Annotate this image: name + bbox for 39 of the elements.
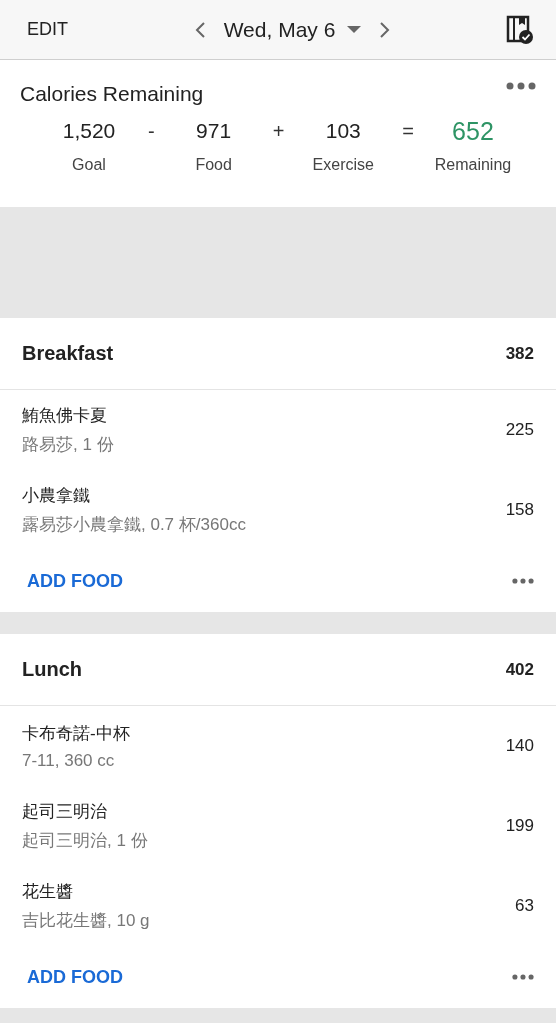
calorie-value: 103: [325, 118, 361, 144]
operator-sign: =: [402, 119, 414, 144]
calorie-value: 971: [196, 118, 232, 144]
add-food-button[interactable]: ADD FOOD: [27, 966, 123, 988]
date-selector[interactable]: Wed, May 6: [223, 17, 362, 42]
food-detail: 7-11, 360 cc: [22, 750, 116, 771]
meal-total: 402: [505, 659, 534, 680]
operator-sign: -: [148, 119, 155, 144]
food-name: 起司三明治: [22, 801, 108, 823]
food-detail: 露易莎小農拿鐵, 0.7 杯/360cc: [22, 514, 246, 536]
caret-icon: [347, 25, 362, 34]
meal-title: Lunch: [22, 658, 82, 681]
food-detail: 吉比花生醬, 10 g: [22, 910, 150, 932]
food-calories: 199: [505, 816, 534, 836]
section-title: Calories Remaining: [20, 82, 204, 106]
meal-title: Breakfast: [22, 342, 114, 365]
operator-sign: +: [272, 119, 285, 144]
calorie-label: Goal: [72, 156, 106, 174]
calorie-label: Exercise: [312, 156, 374, 174]
food-name: 小農拿鐵: [22, 485, 91, 507]
food-name: 鮪魚佛卡夏: [22, 405, 108, 427]
calorie-label: Remaining: [434, 156, 512, 174]
calorie-value: 652: [452, 116, 494, 146]
food-name: 花生醬: [22, 881, 74, 903]
calorie-label: Food: [195, 156, 232, 174]
calorie-value: 1,520: [62, 118, 116, 144]
more-icon[interactable]: [512, 577, 534, 585]
add-food-button[interactable]: ADD FOOD: [27, 570, 123, 592]
food-calories: 63: [515, 896, 534, 916]
more-icon[interactable]: [512, 973, 534, 981]
food-name: 卡布奇諾-中杯: [22, 722, 130, 745]
more-icon[interactable]: [506, 82, 536, 90]
food-calories: 158: [505, 500, 534, 520]
food-detail: 路易莎, 1 份: [22, 434, 114, 456]
food-detail: 起司三明治, 1 份: [22, 830, 148, 852]
food-calories: 225: [505, 420, 534, 440]
meal-total: 382: [505, 343, 534, 364]
food-calories: 140: [505, 736, 534, 756]
edit-button[interactable]: EDIT: [27, 19, 167, 40]
